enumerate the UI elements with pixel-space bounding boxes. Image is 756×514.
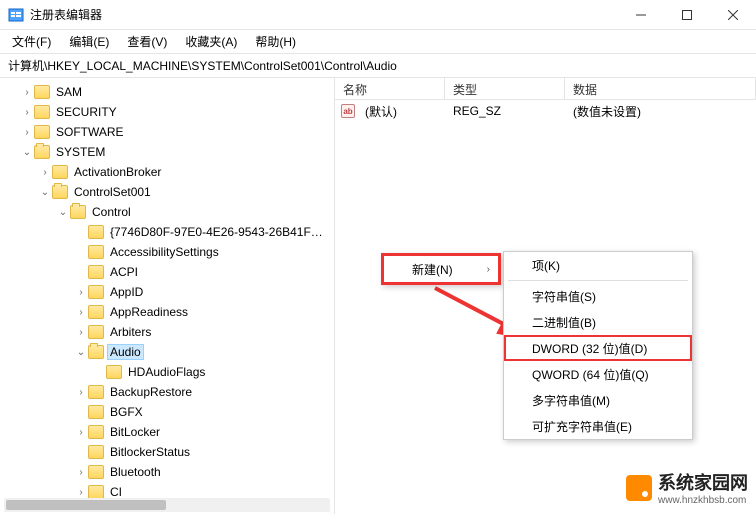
tree-item-arbiters[interactable]: ›Arbiters	[0, 322, 334, 342]
tree-item-controlset001[interactable]: ⌄ControlSet001	[0, 182, 334, 202]
watermark: 系统家园网 www.hnzkhbsb.com	[626, 469, 748, 506]
tree-item-guid[interactable]: ›{7746D80F-97E0-4E26-9543-26B41F…	[0, 222, 334, 242]
value-row-default[interactable]: ab (默认) REG_SZ (数值未设置)	[335, 102, 756, 120]
folder-icon	[88, 385, 104, 399]
folder-icon	[88, 405, 104, 419]
folder-icon	[34, 125, 50, 139]
menu-view[interactable]: 查看(V)	[119, 31, 175, 52]
watermark-text: 系统家园网	[658, 469, 748, 495]
tree-item-appid[interactable]: ›AppID	[0, 282, 334, 302]
folder-icon	[88, 425, 104, 439]
ctx-new-multistring[interactable]: 多字符串值(M)	[504, 387, 692, 413]
chevron-right-icon: ›	[74, 467, 88, 478]
regedit-icon	[8, 7, 24, 23]
address-input[interactable]	[8, 59, 748, 73]
folder-icon	[88, 225, 104, 239]
chevron-right-icon: ›	[38, 167, 52, 178]
ctx-new-string[interactable]: 字符串值(S)	[504, 283, 692, 309]
context-menu: 新建(N) ›	[381, 253, 501, 285]
value-name: (默认)	[357, 103, 445, 120]
chevron-right-icon: ›	[74, 287, 88, 298]
tree-item-activationbroker[interactable]: ›ActivationBroker	[0, 162, 334, 182]
window-title: 注册表编辑器	[30, 6, 618, 23]
tree-item-acpi[interactable]: ›ACPI	[0, 262, 334, 282]
menu-file[interactable]: 文件(F)	[4, 31, 59, 52]
tree-item-bluetooth[interactable]: ›Bluetooth	[0, 462, 334, 482]
chevron-right-icon: ›	[74, 487, 88, 498]
chevron-right-icon: ›	[20, 107, 34, 118]
ctx-new-qword[interactable]: QWORD (64 位)值(Q)	[504, 361, 692, 387]
folder-open-icon	[88, 345, 104, 359]
folder-icon	[88, 485, 104, 499]
watermark-logo-icon	[626, 475, 652, 501]
folder-icon	[88, 325, 104, 339]
folder-icon	[106, 365, 122, 379]
folder-icon	[34, 105, 50, 119]
close-button[interactable]	[710, 0, 756, 30]
menu-help[interactable]: 帮助(H)	[247, 31, 304, 52]
folder-icon	[88, 265, 104, 279]
value-data: (数值未设置)	[565, 103, 756, 120]
folder-icon	[88, 285, 104, 299]
column-type[interactable]: 类型	[445, 78, 565, 99]
tree-item-software[interactable]: ›SOFTWARE	[0, 122, 334, 142]
folder-open-icon	[34, 145, 50, 159]
chevron-down-icon: ⌄	[38, 187, 52, 198]
folder-icon	[52, 165, 68, 179]
titlebar: 注册表编辑器	[0, 0, 756, 30]
folder-icon	[88, 245, 104, 259]
maximize-button[interactable]	[664, 0, 710, 30]
column-name[interactable]: 名称	[335, 78, 445, 99]
ctx-new-dword[interactable]: DWORD (32 位)值(D)	[504, 335, 692, 361]
chevron-down-icon: ⌄	[56, 207, 70, 218]
tree-item-bgfx[interactable]: ›BGFX	[0, 402, 334, 422]
tree-item-bitlockerstatus[interactable]: ›BitlockerStatus	[0, 442, 334, 462]
menu-separator	[508, 280, 688, 281]
folder-icon	[34, 85, 50, 99]
tree-item-appreadiness[interactable]: ›AppReadiness	[0, 302, 334, 322]
chevron-right-icon: ›	[20, 87, 34, 98]
minimize-button[interactable]	[618, 0, 664, 30]
tree-item-backuprestore[interactable]: ›BackupRestore	[0, 382, 334, 402]
chevron-right-icon: ›	[74, 327, 88, 338]
folder-icon	[88, 465, 104, 479]
value-type: REG_SZ	[445, 104, 565, 118]
folder-open-icon	[52, 185, 68, 199]
chevron-right-icon: ›	[74, 427, 88, 438]
context-submenu-new: 项(K) 字符串值(S) 二进制值(B) DWORD (32 位)值(D) QW…	[503, 251, 693, 440]
scroll-thumb[interactable]	[6, 500, 166, 510]
tree-item-security[interactable]: ›SECURITY	[0, 102, 334, 122]
tree-item-accessibility[interactable]: ›AccessibilitySettings	[0, 242, 334, 262]
ctx-new-expandstring[interactable]: 可扩充字符串值(E)	[504, 413, 692, 439]
folder-open-icon	[70, 205, 86, 219]
chevron-down-icon: ⌄	[20, 147, 34, 158]
ctx-new-key[interactable]: 项(K)	[504, 252, 692, 278]
tree-item-control[interactable]: ⌄Control	[0, 202, 334, 222]
chevron-down-icon: ⌄	[74, 347, 88, 358]
ctx-new-binary[interactable]: 二进制值(B)	[504, 309, 692, 335]
chevron-right-icon: ›	[20, 127, 34, 138]
menu-favorites[interactable]: 收藏夹(A)	[177, 31, 245, 52]
tree-item-system[interactable]: ⌄SYSTEM	[0, 142, 334, 162]
ctx-new[interactable]: 新建(N) ›	[384, 256, 498, 282]
list-pane: 名称 类型 数据 ab (默认) REG_SZ (数值未设置) 新建(N) › …	[335, 78, 756, 514]
submenu-arrow-icon: ›	[487, 264, 490, 275]
menubar: 文件(F) 编辑(E) 查看(V) 收藏夹(A) 帮助(H)	[0, 30, 756, 54]
menu-edit[interactable]: 编辑(E)	[61, 31, 117, 52]
tree-item-hdaudioflags[interactable]: ›HDAudioFlags	[0, 362, 334, 382]
horizontal-scrollbar[interactable]	[4, 498, 330, 512]
string-value-icon: ab	[341, 104, 355, 118]
tree-item-bitlocker[interactable]: ›BitLocker	[0, 422, 334, 442]
watermark-url: www.hnzkhbsb.com	[658, 495, 748, 506]
folder-icon	[88, 305, 104, 319]
column-data[interactable]: 数据	[565, 78, 756, 99]
tree-item-audio[interactable]: ⌄Audio	[0, 342, 334, 362]
chevron-right-icon: ›	[74, 307, 88, 318]
addressbar	[0, 54, 756, 78]
list-header: 名称 类型 数据	[335, 78, 756, 100]
chevron-right-icon: ›	[74, 387, 88, 398]
tree-pane: ›SAM ›SECURITY ›SOFTWARE ⌄SYSTEM ›Activa…	[0, 78, 335, 514]
folder-icon	[88, 445, 104, 459]
tree-item-sam[interactable]: ›SAM	[0, 82, 334, 102]
